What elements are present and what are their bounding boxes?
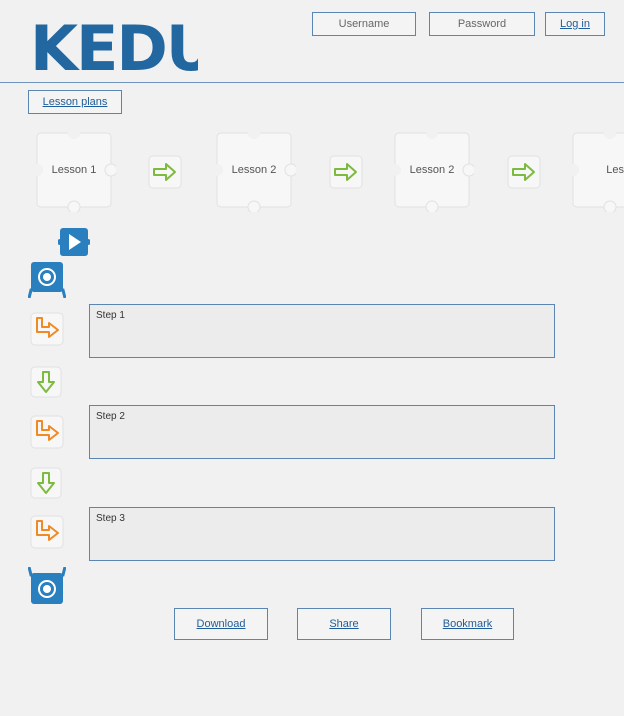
share-button[interactable]: Share [297, 608, 391, 640]
turn-arrow-icon [30, 312, 64, 346]
lesson-piece[interactable]: Lesson [568, 128, 624, 212]
lesson-label: Lesson 1 [51, 164, 97, 176]
step-box[interactable]: Step 1 [89, 304, 555, 358]
right-arrow-icon [329, 155, 363, 189]
step-label: Step 2 [96, 411, 125, 422]
lesson-piece[interactable]: Lesson 2 [389, 127, 476, 214]
login-button[interactable]: Log in [545, 12, 605, 36]
lesson-piece[interactable]: Lesson 1 [31, 127, 118, 214]
turn-arrow-icon [30, 415, 64, 449]
password-field[interactable]: Password [429, 12, 535, 36]
username-field[interactable]: Username [312, 12, 416, 36]
download-button[interactable]: Download [174, 608, 268, 640]
step-label: Step 1 [96, 310, 125, 321]
lesson-plans-button[interactable]: Lesson plans [28, 90, 122, 114]
play-icon[interactable] [58, 227, 90, 257]
bookmark-button[interactable]: Bookmark [421, 608, 514, 640]
step-box[interactable]: Step 3 [89, 507, 555, 561]
kedu-logo: KEDU [30, 14, 198, 74]
header-divider [0, 82, 624, 83]
lesson-label: Lesson [606, 164, 624, 176]
right-arrow-icon [507, 155, 541, 189]
lesson-piece[interactable]: Lesson 2 [211, 127, 298, 214]
svg-text:KEDU: KEDU [30, 14, 198, 74]
lesson-label: Lesson 2 [231, 164, 277, 176]
step-box[interactable]: Step 2 [89, 405, 555, 459]
down-arrow-icon [30, 366, 62, 398]
right-arrow-icon [148, 155, 182, 189]
start-block-icon [28, 262, 66, 298]
step-label: Step 3 [96, 513, 125, 524]
down-arrow-icon [30, 467, 62, 499]
lesson-label: Lesson 2 [409, 164, 455, 176]
end-block-icon [28, 567, 66, 604]
turn-arrow-icon [30, 515, 64, 549]
